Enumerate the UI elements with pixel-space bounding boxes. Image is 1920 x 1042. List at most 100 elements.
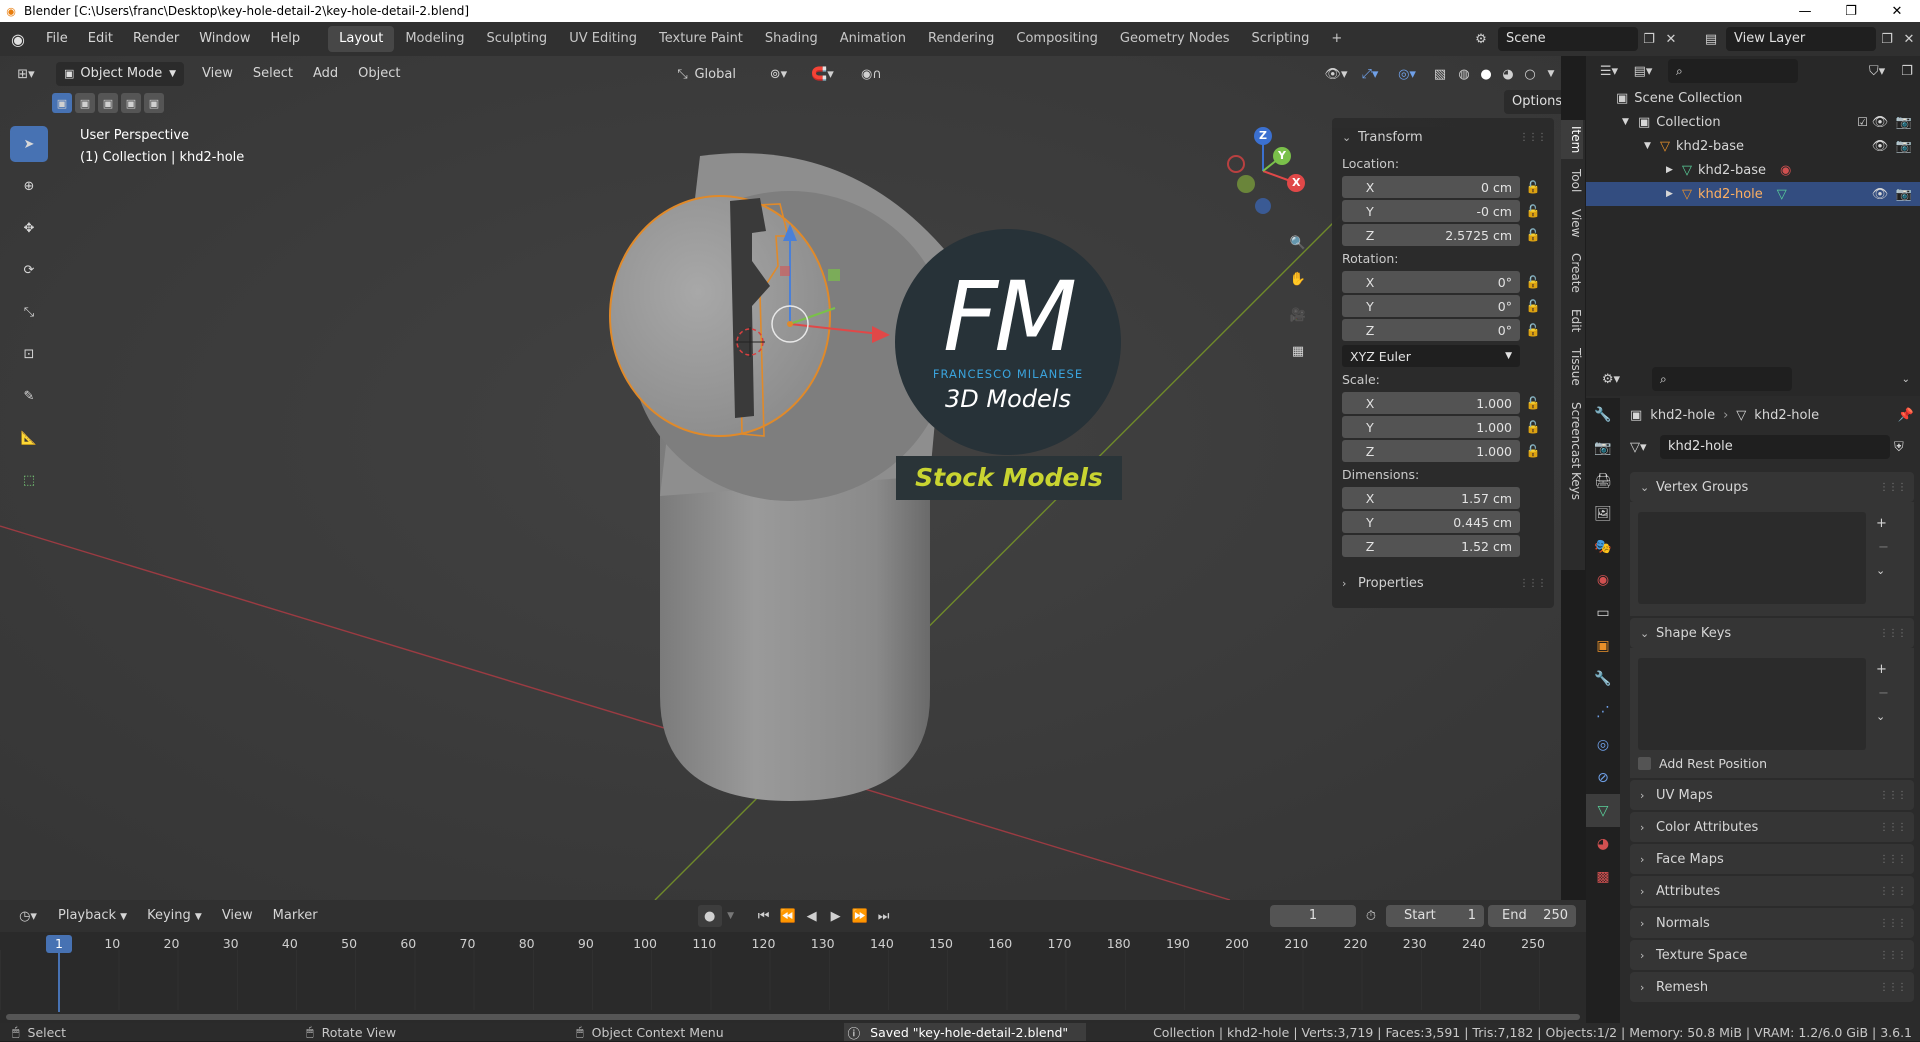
material-shading-icon[interactable]: ◕ xyxy=(1497,67,1519,82)
color-attributes-panel-header[interactable]: › Color Attributes ⋮⋮⋮ xyxy=(1630,812,1914,842)
uv-maps-panel-header[interactable]: › UV Maps ⋮⋮⋮ xyxy=(1630,780,1914,810)
camera-render-icon[interactable]: 📷 xyxy=(1892,187,1916,202)
modifier-tab-icon[interactable]: 🔧 xyxy=(1586,662,1620,695)
scale-y-field[interactable]: Y 1.000 xyxy=(1342,416,1520,438)
timeline-menu-view[interactable]: View xyxy=(212,904,263,928)
add-workspace-button[interactable]: + xyxy=(1320,26,1353,52)
gizmo-toggle-icon[interactable]: ⤢▾ xyxy=(1353,67,1387,82)
wireframe-shading-icon[interactable]: ◍ xyxy=(1453,67,1475,82)
transform-tool-button[interactable]: ⊡ xyxy=(10,336,48,372)
jump-start-icon[interactable]: ⏮ xyxy=(752,909,776,924)
location-y-field[interactable]: Y -0 cm xyxy=(1342,200,1520,222)
transform-orientation-selector[interactable]: Global xyxy=(694,67,760,82)
outliner-row-khd2-base-mesh[interactable]: ▶ ▽ khd2-base ◉ xyxy=(1586,158,1920,182)
scene-selector[interactable]: Scene xyxy=(1498,27,1638,51)
jump-end-icon[interactable]: ⏭ xyxy=(872,909,896,924)
rendered-shading-icon[interactable]: ○ xyxy=(1519,67,1541,82)
chevron-down-icon[interactable]: ⌄ xyxy=(1876,710,1885,723)
tab-rendering[interactable]: Rendering xyxy=(917,26,1005,52)
camera-view-button[interactable]: 🎥 xyxy=(1283,300,1313,330)
vertex-groups-list[interactable] xyxy=(1638,512,1866,604)
select-subtract-icon[interactable]: ▣ xyxy=(98,93,118,113)
sidebar-tab-tissue[interactable]: Tissue xyxy=(1561,342,1583,392)
tab-texture-paint[interactable]: Texture Paint xyxy=(648,26,754,52)
tab-geometry-nodes[interactable]: Geometry Nodes xyxy=(1109,26,1241,52)
location-x-field[interactable]: X 0 cm xyxy=(1342,176,1520,198)
location-z-field[interactable]: Z 2.5725 cm xyxy=(1342,224,1520,246)
cursor-tool-button[interactable]: ⊕ xyxy=(10,168,48,204)
proportional-edit-icon[interactable]: ◉∩ xyxy=(848,67,894,82)
properties-panel-header[interactable]: › Properties ⋮⋮⋮ xyxy=(1332,568,1554,598)
tab-shading[interactable]: Shading xyxy=(754,26,829,52)
face-maps-panel-header[interactable]: › Face Maps ⋮⋮⋮ xyxy=(1630,844,1914,874)
output-tab-icon[interactable]: 🖨 xyxy=(1586,464,1620,497)
sidebar-tab-screencast-keys[interactable]: Screencast Keys xyxy=(1561,396,1583,506)
sidebar-tab-edit[interactable]: Edit xyxy=(1561,303,1583,338)
texture-space-panel-header[interactable]: › Texture Space ⋮⋮⋮ xyxy=(1630,940,1914,970)
sidebar-tab-view[interactable]: View xyxy=(1561,203,1583,243)
display-mode-icon[interactable]: ▤▾ xyxy=(1626,64,1660,79)
world-tab-icon[interactable]: ◉ xyxy=(1586,563,1620,596)
scene-icon[interactable]: ⚙ xyxy=(1464,32,1498,47)
outliner-editor-icon[interactable]: ☰▾ xyxy=(1592,64,1626,79)
add-icon[interactable]: + xyxy=(1876,662,1887,677)
tab-compositing[interactable]: Compositing xyxy=(1005,26,1109,52)
normals-panel-header[interactable]: › Normals ⋮⋮⋮ xyxy=(1630,908,1914,938)
remesh-panel-header[interactable]: › Remesh ⋮⋮⋮ xyxy=(1630,972,1914,1002)
properties-search-input[interactable]: ⌕ xyxy=(1652,367,1792,391)
sidebar-tab-tool[interactable]: Tool xyxy=(1561,163,1583,198)
collection-tab-icon[interactable]: ▭ xyxy=(1586,596,1620,629)
expand-right-icon[interactable]: ▶ xyxy=(1666,165,1682,175)
ortho-toggle-button[interactable]: ▦ xyxy=(1283,336,1313,366)
pivot-point-icon[interactable]: ⊚▾ xyxy=(760,67,796,82)
material-tab-icon[interactable]: ◕ xyxy=(1586,827,1620,860)
rotation-y-field[interactable]: Y 0° xyxy=(1342,295,1520,317)
new-view-layer-icon[interactable]: ❐ xyxy=(1876,32,1898,47)
new-scene-icon[interactable]: ❐ xyxy=(1638,32,1660,47)
overlay-toggle-icon[interactable]: ◎▾ xyxy=(1387,67,1427,82)
outliner-search-input[interactable]: ⌕ xyxy=(1668,59,1798,83)
viewport-menu-add[interactable]: Add xyxy=(303,62,348,86)
particles-tab-icon[interactable]: ⋰ xyxy=(1586,695,1620,728)
expand-down-icon[interactable]: ▼ xyxy=(1644,141,1660,151)
mesh-data-icon[interactable]: ▽▾ xyxy=(1630,440,1660,455)
timeline-menu-playback[interactable]: Playback ▼ xyxy=(48,904,137,928)
menu-edit[interactable]: Edit xyxy=(78,27,123,51)
scene-tab-icon[interactable]: 🎭 xyxy=(1586,530,1620,563)
timeline-editor-icon[interactable]: ◷▾ xyxy=(8,909,48,924)
playhead-frame-badge[interactable]: 1 xyxy=(46,935,72,953)
current-frame-field[interactable]: 1 xyxy=(1270,905,1356,927)
rotation-x-field[interactable]: X 0° xyxy=(1342,271,1520,293)
drag-handle-icon[interactable]: ⋮⋮⋮ xyxy=(1879,886,1907,897)
timeline-scrollbar[interactable] xyxy=(6,1014,1580,1020)
viewport-menu-select[interactable]: Select xyxy=(243,62,303,86)
drag-handle-icon[interactable]: ⋮⋮⋮ xyxy=(1879,918,1907,929)
viewport-menu-view[interactable]: View xyxy=(192,62,243,86)
expand-right-icon[interactable]: ▶ xyxy=(1666,189,1682,199)
measure-tool-button[interactable]: 📐 xyxy=(10,420,48,456)
menu-help[interactable]: Help xyxy=(261,27,311,51)
minimize-button[interactable]: — xyxy=(1782,4,1828,19)
camera-render-icon[interactable]: 📷 xyxy=(1892,139,1916,154)
close-button[interactable]: ✕ xyxy=(1874,4,1920,19)
tab-animation[interactable]: Animation xyxy=(829,26,917,52)
lock-icon[interactable]: 🔓 xyxy=(1520,228,1546,242)
shading-options-icon[interactable]: ▼ xyxy=(1541,69,1561,79)
chevron-down-icon[interactable]: ⌄ xyxy=(1902,374,1910,385)
add-cube-tool-button[interactable]: ⬚ xyxy=(10,462,48,498)
drag-handle-icon[interactable]: ⋮⋮⋮ xyxy=(1879,790,1907,801)
chevron-down-icon[interactable]: ⌄ xyxy=(1876,564,1885,577)
properties-editor-icon[interactable]: ⚙▾ xyxy=(1594,372,1628,387)
transform-orientation-icon[interactable]: ⤡ xyxy=(670,67,694,82)
menu-file[interactable]: File xyxy=(36,27,78,51)
eye-icon[interactable]: 👁 xyxy=(1868,139,1892,154)
data-tab-icon[interactable]: ▽ xyxy=(1586,794,1620,827)
filter-icon[interactable]: ⛉▾ xyxy=(1860,64,1894,79)
delete-scene-icon[interactable]: ✕ xyxy=(1660,32,1682,47)
play-reverse-icon[interactable]: ◀ xyxy=(800,909,824,924)
view-layer-icon[interactable]: ▤ xyxy=(1696,32,1726,47)
sidebar-tab-item[interactable]: Item xyxy=(1561,120,1583,160)
move-tool-button[interactable]: ✥ xyxy=(10,210,48,246)
lock-icon[interactable]: 🔓 xyxy=(1520,180,1546,194)
constraints-tab-icon[interactable]: ⊘ xyxy=(1586,761,1620,794)
